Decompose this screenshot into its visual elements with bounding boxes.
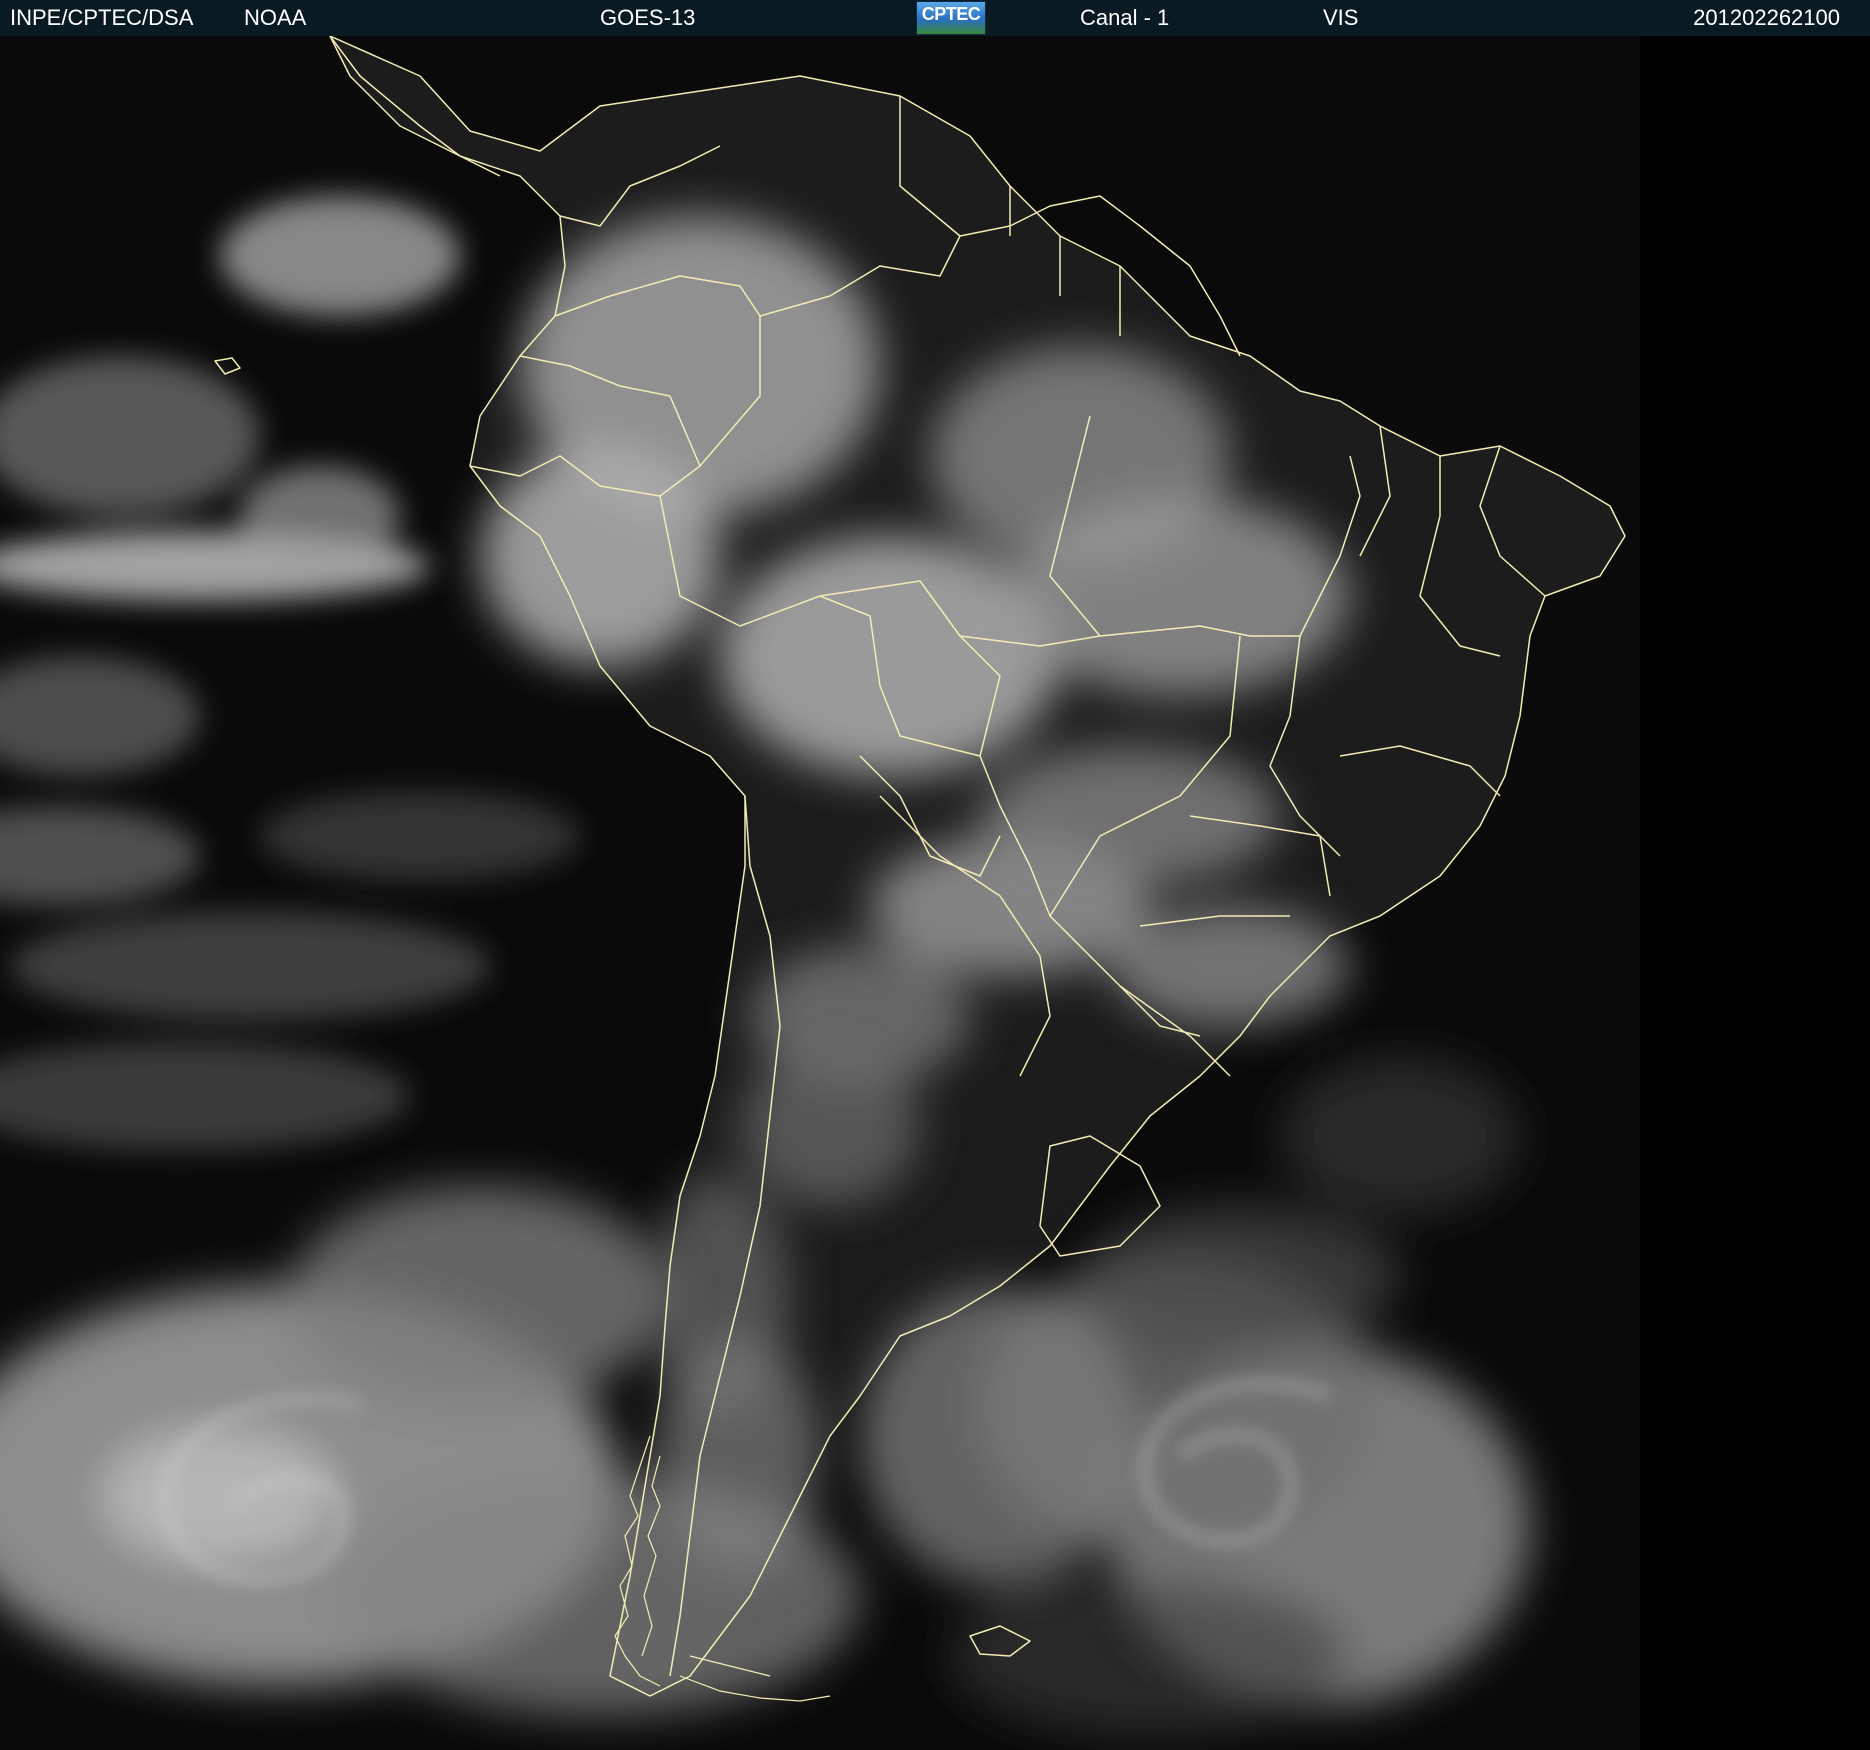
agency-label: NOAA	[244, 5, 307, 30]
cptec-logo: CPTEC	[916, 1, 986, 35]
image-header: INPE/CPTEC/DSA NOAA GOES-13 CPTEC Canal …	[0, 0, 1870, 36]
satellite-label: GOES-13	[600, 5, 696, 30]
band-label: VIS	[1323, 5, 1359, 30]
channel-label: Canal - 1	[1080, 5, 1170, 30]
logo-text: CPTEC	[921, 4, 981, 24]
timestamp-label: 201202262100	[1693, 5, 1840, 30]
satellite-image-canvas	[0, 36, 1870, 1750]
satellite-image	[0, 36, 1870, 1750]
institution-label: INPE/CPTEC/DSA	[10, 5, 194, 30]
